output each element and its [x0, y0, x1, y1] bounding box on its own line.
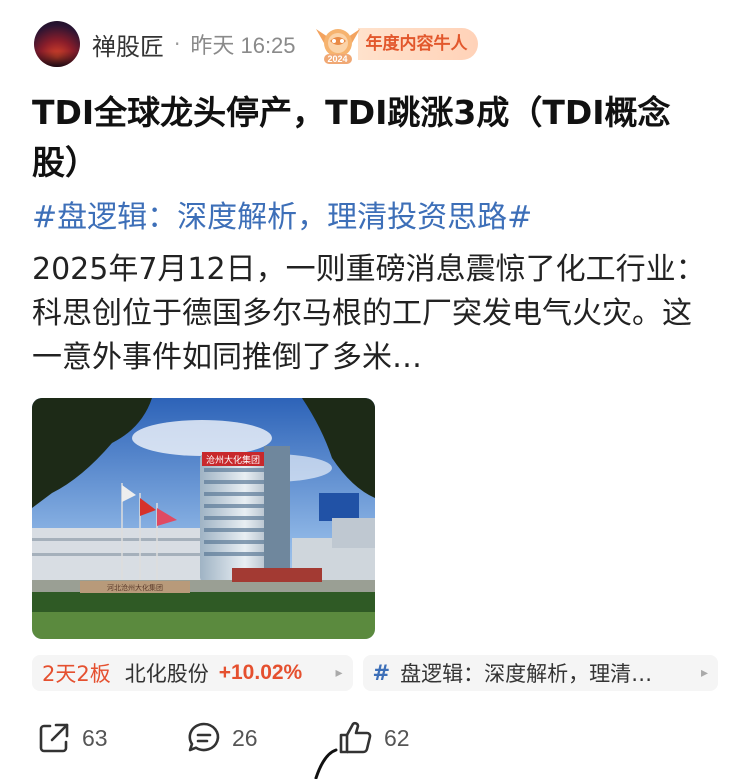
action-bar: 63 26 62 [36, 720, 486, 756]
comment-count: 26 [232, 724, 258, 751]
touch-pointer-icon [314, 748, 338, 779]
share-button[interactable]: 63 [36, 720, 186, 756]
avatar[interactable] [34, 21, 80, 67]
annual-creator-badge[interactable]: 2024 年度内容牛人 [310, 24, 478, 64]
author-name[interactable]: 禅股匠 [92, 27, 164, 62]
share-count: 63 [82, 724, 108, 751]
tower-sign-text: 沧州大化集团 [206, 454, 260, 466]
like-button[interactable]: 62 [336, 720, 486, 756]
stock-change: +10.02% [218, 661, 303, 684]
gate-sign-text: 河北沧州大化集团 [107, 583, 163, 592]
share-icon [39, 723, 69, 753]
separator-dot: · [174, 32, 181, 56]
related-chips: 2天2板 北化股份 +10.02% ▸ # 盘逻辑：深度解析，理清… ▸ [32, 655, 718, 691]
stock-name: 北化股份 [124, 662, 209, 686]
badge-year: 2024 [323, 54, 352, 64]
comment-icon [188, 722, 220, 752]
chevron-right-icon: ▸ [335, 665, 343, 681]
like-count: 62 [384, 724, 410, 751]
stock-streak: 2天2板 [42, 662, 111, 686]
stock-chip[interactable]: 2天2板 北化股份 +10.02% ▸ [32, 655, 353, 691]
topic-chip[interactable]: # 盘逻辑：深度解析，理清… ▸ [362, 655, 718, 691]
post-time: 昨天 16:25 [190, 33, 296, 58]
topic-chip-label: 盘逻辑：深度解析，理清… [400, 662, 653, 686]
factory-building-photo: 沧州大化集团 河北沧州大化集团 [32, 398, 375, 639]
badge-label: 年度内容牛人 [357, 28, 478, 60]
post-title[interactable]: TDI全球龙头停产，TDI跳涨3成（TDI概念股） [32, 88, 712, 188]
hashtag-icon: # [372, 661, 391, 685]
post-image[interactable]: 沧州大化集团 河北沧州大化集团 [32, 398, 375, 639]
post-body-excerpt[interactable]: 2025年7月12日，一则重磅消息震惊了化工行业：科思创位于德国多尔马根的工厂突… [32, 248, 712, 380]
post-header: 禅股匠 · 昨天 16:25 2024 年度内容牛人 [34, 20, 478, 68]
chevron-right-icon: ▸ [700, 665, 708, 681]
topic-hashtag-link[interactable]: #盘逻辑：深度解析，理清投资思路# [32, 196, 532, 240]
